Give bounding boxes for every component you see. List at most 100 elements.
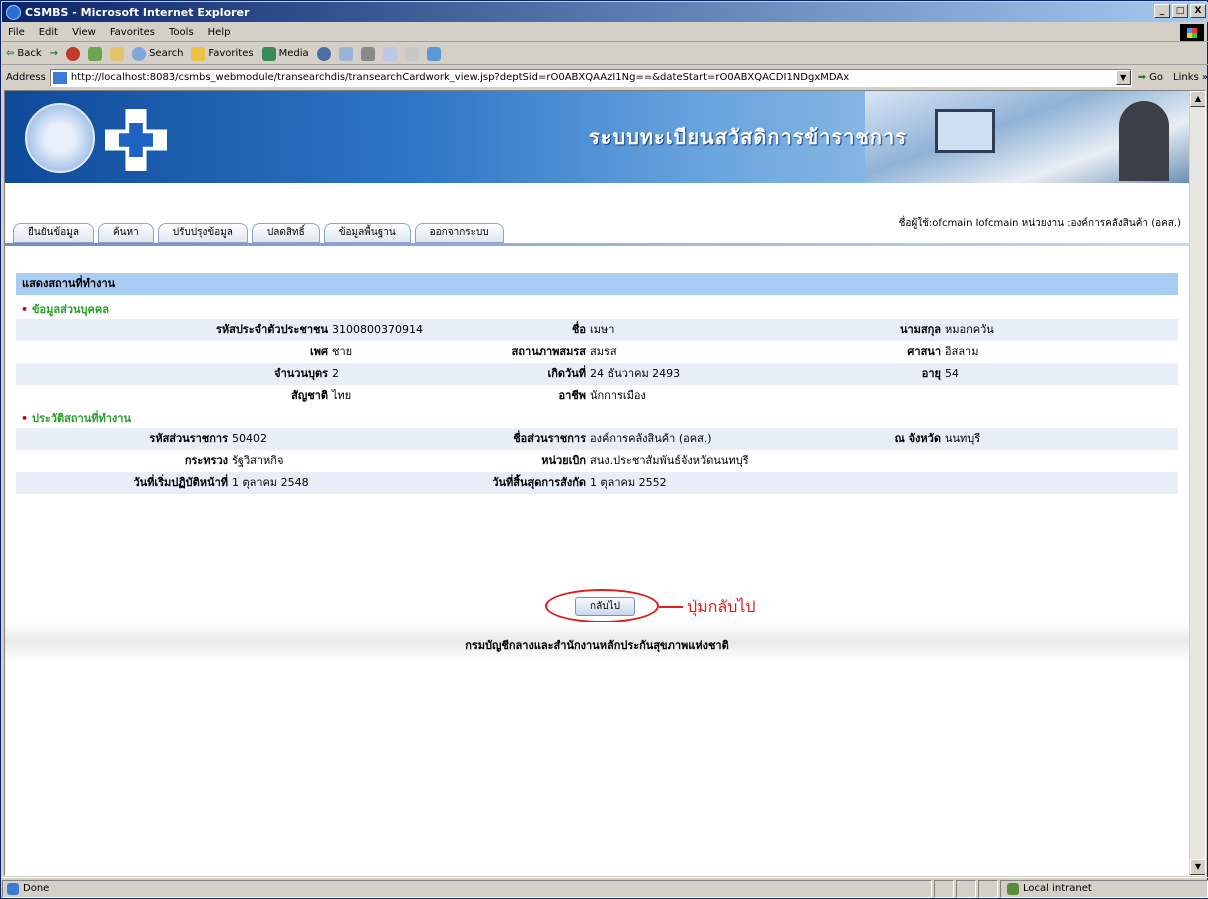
surname-label: นามสกุล [899, 323, 941, 336]
marital-status-label: สถานภาพสมรส [511, 345, 586, 358]
favorites-icon [191, 46, 206, 61]
tab-master-data[interactable]: ข้อมูลพื้นฐาน [323, 223, 411, 243]
edit-icon[interactable] [382, 46, 397, 61]
links-button[interactable]: Links » [1173, 72, 1208, 83]
intranet-icon [1007, 882, 1019, 895]
start-date-label: วันที่เริ่มปฏิบัติหน้าที่ [133, 476, 228, 489]
security-zone: Local intranet [1000, 879, 1208, 898]
ministry-value: รัฐวิสาหกิจ [232, 454, 284, 467]
province-value: นนทบุรี [945, 432, 981, 445]
status-bar: Done Local intranet [2, 877, 1208, 899]
religion-value: อิสลาม [945, 345, 979, 358]
occupation-value: นักการเมือง [590, 389, 646, 402]
info-row: สัญชาติ ไทย อาชีพ นักการเมือง [16, 385, 1178, 407]
religion-label: ศาสนา [907, 345, 941, 358]
menu-file[interactable]: File [8, 27, 25, 38]
office-photo [865, 91, 1189, 183]
vertical-scrollbar[interactable]: ▲ ▼ [1189, 91, 1205, 875]
tab-update-data[interactable]: ปรับปรุงข้อมูล [157, 223, 248, 243]
birth-date-label: เกิดวันที่ [547, 367, 586, 380]
start-date-value: 1 ตุลาคม 2548 [232, 476, 309, 489]
end-date-label: วันที่สิ้นสุดการสังกัด [492, 476, 586, 489]
nav-tabs: ยืนยันข้อมูล ค้นหา ปรับปรุงข้อมูล ปลดสิท… [13, 223, 504, 243]
dept-code-label: รหัสส่วนราชการ [149, 432, 228, 445]
minimize-button[interactable]: _ [1154, 4, 1170, 18]
first-name-value: เมษา [590, 323, 615, 336]
children-value: 2 [332, 367, 339, 380]
nav-background [5, 183, 1189, 221]
home-icon[interactable] [110, 46, 125, 61]
marital-status-value: สมรส [590, 345, 617, 358]
tab-search[interactable]: ค้นหา [97, 223, 154, 243]
tab-revoke-rights[interactable]: ปลดสิทธิ์ [251, 223, 320, 243]
citizen-id-value: 3100800370914 [332, 323, 423, 336]
end-date-value: 1 ตุลาคม 2552 [590, 476, 667, 489]
section-title: แสดงสถานที่ทำงาน [16, 273, 1178, 295]
chevron-down-icon[interactable]: ▼ [1115, 70, 1131, 85]
discuss-icon[interactable] [404, 46, 419, 61]
monitor-image [935, 109, 995, 153]
close-button[interactable]: X [1190, 4, 1206, 18]
menu-tools[interactable]: Tools [169, 27, 194, 38]
back-button[interactable]: กลับไป [575, 597, 635, 616]
search-icon [132, 46, 147, 61]
nationality-label: สัญชาติ [291, 389, 328, 402]
print-icon[interactable] [360, 46, 375, 61]
ie-icon [6, 4, 21, 20]
menu-edit[interactable]: Edit [39, 27, 58, 38]
info-row: วันที่เริ่มปฏิบัติหน้าที่ 1 ตุลาคม 2548 … [16, 472, 1178, 494]
status-text: Done [23, 883, 50, 894]
mail-icon[interactable] [338, 46, 353, 61]
window-title: CSMBS - Microsoft Internet Explorer [25, 5, 250, 19]
scroll-down-icon[interactable]: ▼ [1190, 859, 1205, 875]
menu-favorites[interactable]: Favorites [110, 27, 155, 38]
refresh-icon[interactable] [88, 46, 103, 61]
scroll-up-icon[interactable]: ▲ [1190, 91, 1205, 107]
children-label: จำนวนบุตร [274, 367, 328, 380]
sex-value: ชาย [332, 345, 353, 358]
info-row: รหัสส่วนราชการ 50402 ชื่อส่วนราชการ องค์… [16, 428, 1178, 450]
ministry-label: กระทรวง [184, 454, 228, 467]
government-seal-icon [25, 103, 95, 173]
search-button[interactable]: Search [132, 46, 183, 61]
nav-divider [5, 243, 1189, 246]
surname-value: หมอกควัน [945, 323, 994, 336]
media-icon [261, 46, 276, 61]
page-content: ระบบทะเบียนสวัสดิการข้าราชการ ยืนยันข้อม… [4, 90, 1206, 876]
stop-icon[interactable] [66, 46, 81, 61]
address-label: Address [6, 72, 46, 83]
disbursing-unit-label: หน่วยเบิก [541, 454, 586, 467]
zone-text: Local intranet [1023, 883, 1092, 894]
info-row: กระทรวง รัฐวิสาหกิจ หน่วยเบิก สนง.ประชาส… [16, 450, 1178, 472]
address-url: http://localhost:8083/csmbs_webmodule/tr… [70, 72, 850, 83]
footer-text: กรมบัญชีกลางและสำนักงานหลักประกันสุขภาพแ… [465, 639, 729, 652]
messenger-icon[interactable] [426, 46, 441, 61]
address-input[interactable]: http://localhost:8083/csmbs_webmodule/tr… [49, 68, 1132, 87]
back-button-annotation: ปุ่มกลับไป [687, 597, 756, 616]
work-heading: • ประวัติสถานที่ทำงาน [21, 412, 131, 425]
tab-logout[interactable]: ออกจากระบบ [414, 223, 504, 243]
nationality-value: ไทย [332, 389, 352, 402]
occupation-label: อาชีพ [558, 389, 587, 402]
back-button[interactable]: ⇦ Back [6, 48, 42, 59]
person-image [1119, 101, 1169, 181]
favorites-button[interactable]: Favorites [191, 46, 254, 61]
info-row: เพศ ชาย สถานภาพสมรส สมรส ศาสนา อิสลาม [16, 341, 1178, 363]
tab-confirm-data[interactable]: ยืนยันข้อมูล [13, 223, 94, 243]
personal-heading: • ข้อมูลส่วนบุคคล [21, 303, 109, 316]
menu-help[interactable]: Help [208, 27, 231, 38]
dept-name-label: ชื่อส่วนราชการ [513, 432, 586, 445]
annotation-line [659, 606, 683, 608]
maximize-button[interactable]: □ [1172, 4, 1188, 18]
first-name-label: ชื่อ [571, 323, 586, 336]
age-value: 54 [945, 367, 959, 380]
health-cross-logo-icon [105, 109, 167, 171]
info-row: จำนวนบุตร 2 เกิดวันที่ 24 ธันวาคม 2493 อ… [16, 363, 1178, 385]
history-icon[interactable] [316, 46, 331, 61]
browser-window: CSMBS - Microsoft Internet Explorer _ □ … [0, 0, 1208, 899]
menu-bar: File Edit View Favorites Tools Help [2, 23, 1208, 42]
go-button[interactable]: ➡ Go [1138, 72, 1163, 83]
menu-view[interactable]: View [72, 27, 96, 38]
media-button[interactable]: Media [261, 46, 309, 61]
forward-button[interactable]: → [50, 48, 58, 59]
